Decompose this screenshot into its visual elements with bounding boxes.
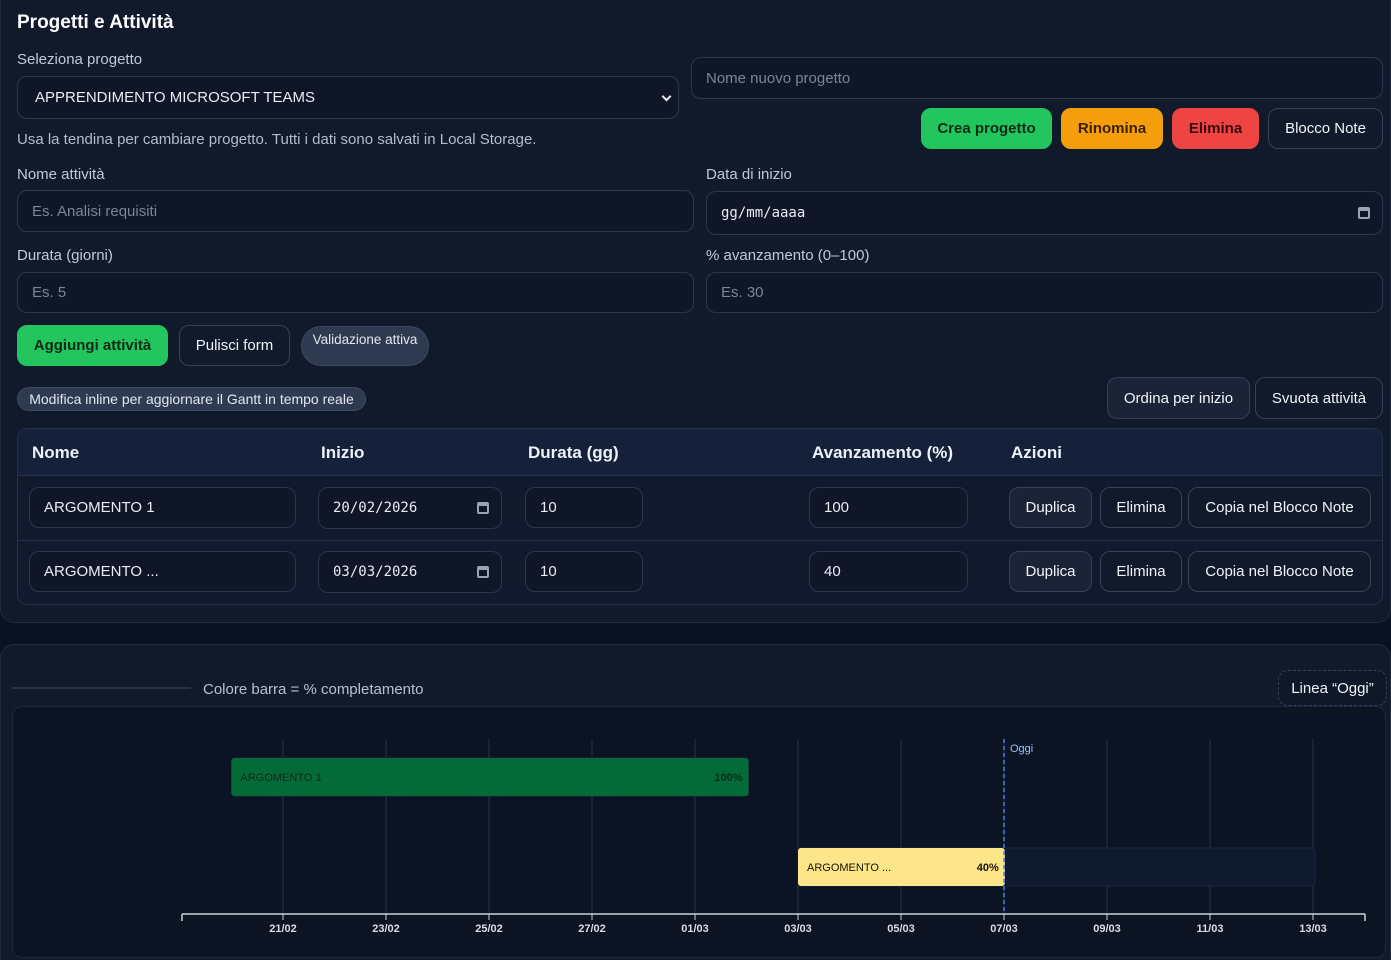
notes-button[interactable]: Blocco Note <box>1268 108 1383 149</box>
column-header-start: Inizio <box>321 443 365 462</box>
row-2-duplicate-button[interactable]: Duplica <box>1009 551 1092 592</box>
progress-label: % avanzamento (0–100) <box>706 247 870 264</box>
row-1-start-value: 20/02/2026 <box>333 500 418 516</box>
row-1-copy-notes-button[interactable]: Copia nel Blocco Note <box>1188 487 1371 528</box>
row-1-start-input[interactable]: 20/02/2026 <box>318 487 502 529</box>
gantt-chart-area: 21/02 23/02 25/02 27/02 01/03 03/03 05/03 07/03… <box>12 706 1386 958</box>
start-date-label: Data di inizio <box>706 166 792 183</box>
tick-label: 09/03 <box>1093 923 1121 935</box>
project-select[interactable]: APPRENDIMENTO MICROSOFT TEAMS <box>17 76 679 119</box>
validation-badge: Validazione attiva <box>301 326 429 366</box>
tick-label: 27/02 <box>578 923 606 935</box>
tick-label: 21/02 <box>269 923 297 935</box>
project-select-label: Seleziona progetto <box>17 51 143 68</box>
column-header-progress: Avanzamento (%) <box>812 443 954 462</box>
tick-label: 11/03 <box>1197 923 1224 935</box>
rename-project-button[interactable]: Rinomina <box>1061 108 1163 149</box>
row-2-delete-button[interactable]: Elimina <box>1100 551 1182 592</box>
column-header-actions: Azioni <box>1011 443 1062 462</box>
delete-project-button[interactable]: Elimina <box>1172 108 1259 149</box>
progress-input[interactable]: Es. 30 <box>706 272 1383 313</box>
column-header-name: Nome <box>32 443 80 462</box>
tick-label: 23/02 <box>372 923 400 935</box>
tasks-table: Nome Inizio Durata (gg) Avanzamento (%) … <box>17 428 1383 605</box>
row-1-duplicate-button[interactable]: Duplica <box>1009 487 1092 528</box>
inline-edit-hint: Modifica inline per aggiornare il Gantt … <box>17 387 366 411</box>
calendar-icon[interactable] <box>477 502 489 514</box>
chevron-down-icon <box>661 91 672 101</box>
row-2-duration-input[interactable]: 10 <box>525 551 643 592</box>
calendar-icon[interactable] <box>1358 207 1370 219</box>
row-1-duration-input[interactable]: 10 <box>525 487 643 528</box>
legend-divider <box>12 687 191 689</box>
today-label: Oggi <box>1010 743 1033 755</box>
start-date-placeholder: gg/mm/aaaa <box>721 205 806 221</box>
add-task-button[interactable]: Aggiungi attività <box>17 325 168 366</box>
row-2-start-value: 03/03/2026 <box>333 564 418 580</box>
clear-tasks-button[interactable]: Svuota attività <box>1255 377 1383 419</box>
row-1-progress-input[interactable]: 100 <box>809 487 968 528</box>
tick-label: 03/03 <box>784 923 812 935</box>
gantt-bar-label: ARGOMENTO ... <box>807 862 891 874</box>
task-name-input[interactable]: Es. Analisi requisiti <box>17 190 694 232</box>
gantt-bar-percent: 100% <box>714 772 742 784</box>
start-date-input[interactable]: gg/mm/aaaa <box>706 191 1383 235</box>
task-name-label: Nome attività <box>17 166 105 183</box>
row-2-progress-input[interactable]: 40 <box>809 551 968 592</box>
row-2-start-input[interactable]: 03/03/2026 <box>318 551 502 593</box>
project-hint: Usa la tendina per cambiare progetto. Tu… <box>17 131 537 148</box>
tick-label: 25/02 <box>475 923 503 935</box>
gantt-bar-label: ARGOMENTO 1 <box>241 772 322 784</box>
row-1-name-input[interactable]: ARGOMENTO 1 <box>29 487 296 528</box>
column-header-duration: Durata (gg) <box>528 443 619 462</box>
today-line-toggle[interactable]: Linea “Oggi” <box>1278 670 1387 706</box>
tick-label: 07/03 <box>990 923 1018 935</box>
duration-label: Durata (giorni) <box>17 247 113 264</box>
gantt-legend-text: Colore barra = % completamento <box>203 681 424 698</box>
gantt-bar-percent: 40% <box>977 862 999 874</box>
duration-input[interactable]: Es. 5 <box>17 272 694 313</box>
calendar-icon[interactable] <box>477 566 489 578</box>
project-select-value: APPRENDIMENTO MICROSOFT TEAMS <box>35 89 316 106</box>
clear-form-button[interactable]: Pulisci form <box>179 325 290 366</box>
row-1-delete-button[interactable]: Elimina <box>1100 487 1182 528</box>
sort-by-start-button[interactable]: Ordina per inizio <box>1107 377 1250 419</box>
row-divider <box>18 540 1382 541</box>
table-header: Nome Inizio Durata (gg) Avanzamento (%) … <box>18 429 1382 476</box>
page-title: Progetti e Attività <box>17 12 174 33</box>
tick-label: 05/03 <box>887 923 915 935</box>
row-2-name-input[interactable]: ARGOMENTO ... <box>29 551 296 592</box>
tick-label: 01/03 <box>681 923 709 935</box>
tick-label: 13/03 <box>1299 923 1327 935</box>
gantt-chart: 21/02 23/02 25/02 27/02 01/03 03/03 05/03 07/03… <box>181 739 1366 935</box>
new-project-name-input[interactable]: Nome nuovo progetto <box>691 57 1383 99</box>
row-2-copy-notes-button[interactable]: Copia nel Blocco Note <box>1188 551 1371 592</box>
create-project-button[interactable]: Crea progetto <box>921 108 1052 149</box>
